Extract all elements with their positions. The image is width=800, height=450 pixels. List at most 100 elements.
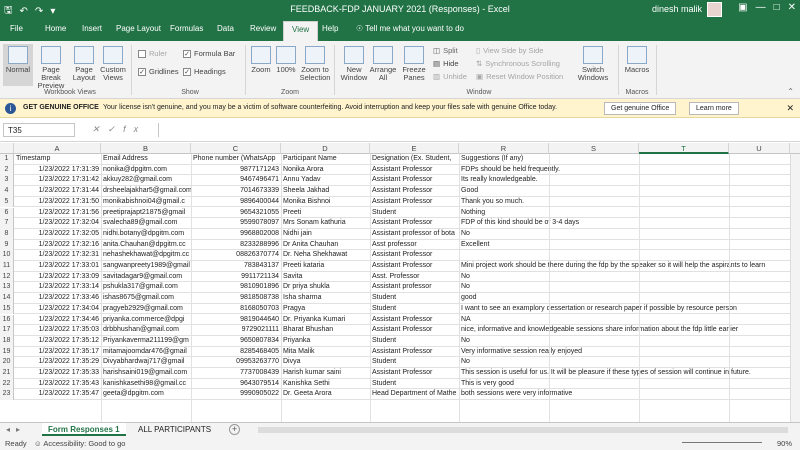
row-number[interactable]: 11	[0, 261, 14, 272]
cell-designation[interactable]: Assistant Professor	[370, 218, 459, 229]
table-row[interactable]: 10 1/23/2022 17:32:31 nehashekhawat@dpgitm…	[0, 250, 800, 261]
row-number[interactable]: 5	[0, 196, 14, 208]
cell-participant-name[interactable]: Preeti	[281, 208, 370, 219]
cell-email[interactable]: sangwanpreety1989@gmail	[101, 261, 191, 272]
new-window-button[interactable]: New Window	[340, 44, 368, 86]
row-number[interactable]: 10	[0, 250, 14, 261]
row-number[interactable]: 6	[0, 207, 14, 219]
row-number[interactable]: 4	[0, 186, 14, 197]
cell-suggestions[interactable]	[459, 250, 800, 261]
cell-phone[interactable]: 8285468405	[191, 347, 281, 358]
cell-phone[interactable]: 9599078097	[191, 218, 281, 229]
cell-phone[interactable]: 9990905022	[191, 389, 281, 400]
cell-phone[interactable]: 9643079514	[191, 379, 281, 390]
cell-phone[interactable]: 783843137	[191, 261, 281, 272]
column-header[interactable]: D	[281, 143, 370, 154]
cell-timestamp[interactable]: 1/23/2022 17:34:46	[14, 315, 101, 326]
row-number[interactable]: 16	[0, 314, 14, 326]
table-row[interactable]: 5 1/23/2022 17:31:50 monikabishnoi04@gmail…	[0, 196, 800, 208]
cell-phone[interactable]: 9877171243	[191, 165, 281, 176]
zoom-100-button[interactable]: 100%	[274, 44, 298, 86]
cell-participant-name[interactable]: Mrs Sonam kathuria	[281, 218, 370, 229]
cell-timestamp[interactable]: 1/23/2022 17:32:04	[14, 218, 101, 229]
cell-suggestions[interactable]: nice, informative and knowledgeable sess…	[459, 325, 800, 336]
cell-participant-name[interactable]: Priyanka	[281, 336, 370, 347]
cell-phone[interactable]: 9911721134	[191, 272, 281, 283]
cell-timestamp[interactable]: 1/23/2022 17:35:47	[14, 389, 101, 400]
cell-suggestions[interactable]: I want to see an examplory dessertation …	[459, 304, 800, 315]
table-row[interactable]: 12 1/23/2022 17:33:09 savitadagar9@gmail.c…	[0, 271, 800, 283]
table-row[interactable]: 14 1/23/2022 17:33:46 ishas8675@gmail.com 9…	[0, 293, 800, 304]
row-number[interactable]: 13	[0, 282, 14, 294]
gridlines-checkbox[interactable]: ✓ Gridlines	[138, 67, 179, 76]
cell-suggestions[interactable]: This is very good	[459, 379, 800, 390]
cell-email[interactable]: preetiprajapt21875@gmail	[101, 208, 191, 219]
column-header[interactable]: U	[729, 143, 790, 154]
cancel-icon[interactable]: ✕	[92, 124, 108, 134]
cell-designation[interactable]: Head Department of Mathe	[370, 389, 459, 400]
cell-timestamp[interactable]: 1/23/2022 17:31:56	[14, 208, 101, 219]
cell-participant-name[interactable]: Isha sharma	[281, 293, 370, 304]
cell-timestamp[interactable]: 1/23/2022 17:35:33	[14, 368, 101, 379]
cell-timestamp[interactable]: 1/23/2022 17:31:39	[14, 165, 101, 176]
column-header[interactable]: E	[370, 143, 459, 154]
cell-email[interactable]: nehashekhawat@dpgitm.cc	[101, 250, 191, 261]
cell-email[interactable]: drbbhushan@gmail.com	[101, 325, 191, 336]
row-number[interactable]: 22	[0, 378, 14, 390]
sheet-nav-arrows[interactable]: ◂▸	[6, 425, 26, 434]
tell-me-search[interactable]: ☉ Tell me what you want to do	[356, 24, 464, 33]
tab-home[interactable]: Home	[45, 24, 66, 33]
row-number[interactable]: 3	[0, 175, 14, 187]
cell-suggestions[interactable]: No	[459, 357, 800, 368]
row-number[interactable]: 20	[0, 357, 14, 368]
header-row[interactable]: 1 Timestamp Email Address Phone number (Wha…	[0, 154, 800, 165]
tab-formulas[interactable]: Formulas	[170, 24, 203, 33]
minimize-icon[interactable]: —	[756, 2, 766, 13]
page-layout-view-button[interactable]: Page Layout	[70, 44, 98, 86]
column-header[interactable]: R	[459, 143, 549, 154]
cell-timestamp[interactable]: 1/23/2022 17:35:17	[14, 347, 101, 358]
cell-phone[interactable]: Phone number (WhatsApp	[191, 154, 281, 165]
table-row[interactable]: 18 1/23/2022 17:35:12 Priyankaverma211199@…	[0, 335, 800, 347]
sheet-tab-form-responses[interactable]: Form Responses 1	[42, 423, 126, 436]
column-header[interactable]: C	[191, 143, 281, 154]
row-number[interactable]: 18	[0, 335, 14, 347]
cell-email[interactable]: Priyankaverma211199@gm	[101, 336, 191, 347]
column-header[interactable]: B	[101, 143, 191, 154]
cell-phone[interactable]: 9467496471	[191, 175, 281, 186]
split-button[interactable]: ◫ Split	[433, 46, 458, 55]
enter-icon[interactable]: ✓	[108, 124, 124, 134]
cell-suggestions[interactable]: Very informative session really enjoyed	[459, 347, 800, 358]
cell-timestamp[interactable]: 1/23/2022 17:33:46	[14, 293, 101, 304]
cell-participant-name[interactable]: Dr. Neha Shekhawat	[281, 250, 370, 261]
cell-email[interactable]: drsheelajakhar5@gmail.com	[101, 186, 191, 197]
cell-phone[interactable]: 9654321055	[191, 208, 281, 219]
cell-suggestions[interactable]: FDP of this kind should be of 3-4 days	[459, 218, 800, 229]
table-row[interactable]: 9 1/23/2022 17:32:16 anita.Chauhan@dpgitm.…	[0, 239, 800, 251]
cell-email[interactable]: akkuy282@gmail.com	[101, 175, 191, 186]
cell-suggestions[interactable]: This session is useful for us. It will b…	[459, 368, 800, 379]
table-row[interactable]: 21 1/23/2022 17:35:33 harishsaini019@gmail…	[0, 368, 800, 379]
cell-phone[interactable]: 7014673339	[191, 186, 281, 197]
view-side-by-side-button[interactable]: ▯ View Side by Side	[476, 46, 543, 55]
row-number[interactable]: 7	[0, 218, 14, 229]
ruler-checkbox[interactable]: Ruler	[138, 49, 167, 58]
cell-designation[interactable]: Assistant Professor	[370, 197, 459, 208]
cell-phone[interactable]: 9810901896	[191, 282, 281, 293]
cell-designation[interactable]: Designation (Ex. Student,	[370, 154, 459, 165]
cell-suggestions[interactable]: Its really knowledgeable.	[459, 175, 800, 186]
cell-timestamp[interactable]: 1/23/2022 17:32:16	[14, 240, 101, 251]
normal-view-button[interactable]: Normal	[3, 44, 33, 86]
cell-designation[interactable]: Student	[370, 379, 459, 390]
cell-phone[interactable]: 9968802008	[191, 229, 281, 240]
row-number[interactable]: 21	[0, 368, 14, 379]
cell-designation[interactable]: Student	[370, 336, 459, 347]
table-row[interactable]: 23 1/23/2022 17:35:47 geeta@dpgitm.com 9990…	[0, 389, 800, 401]
cell-email[interactable]: mitamajoomdar476@gmail	[101, 347, 191, 358]
tab-file[interactable]: File	[10, 24, 23, 33]
accessibility-status[interactable]: ☺ Accessibility: Good to go	[34, 439, 125, 448]
row-number[interactable]: 14	[0, 293, 14, 304]
cell-participant-name[interactable]: Preeti kataria	[281, 261, 370, 272]
switch-windows-button[interactable]: Switch Windows	[573, 44, 613, 86]
cell-phone[interactable]: 09953263770	[191, 357, 281, 368]
